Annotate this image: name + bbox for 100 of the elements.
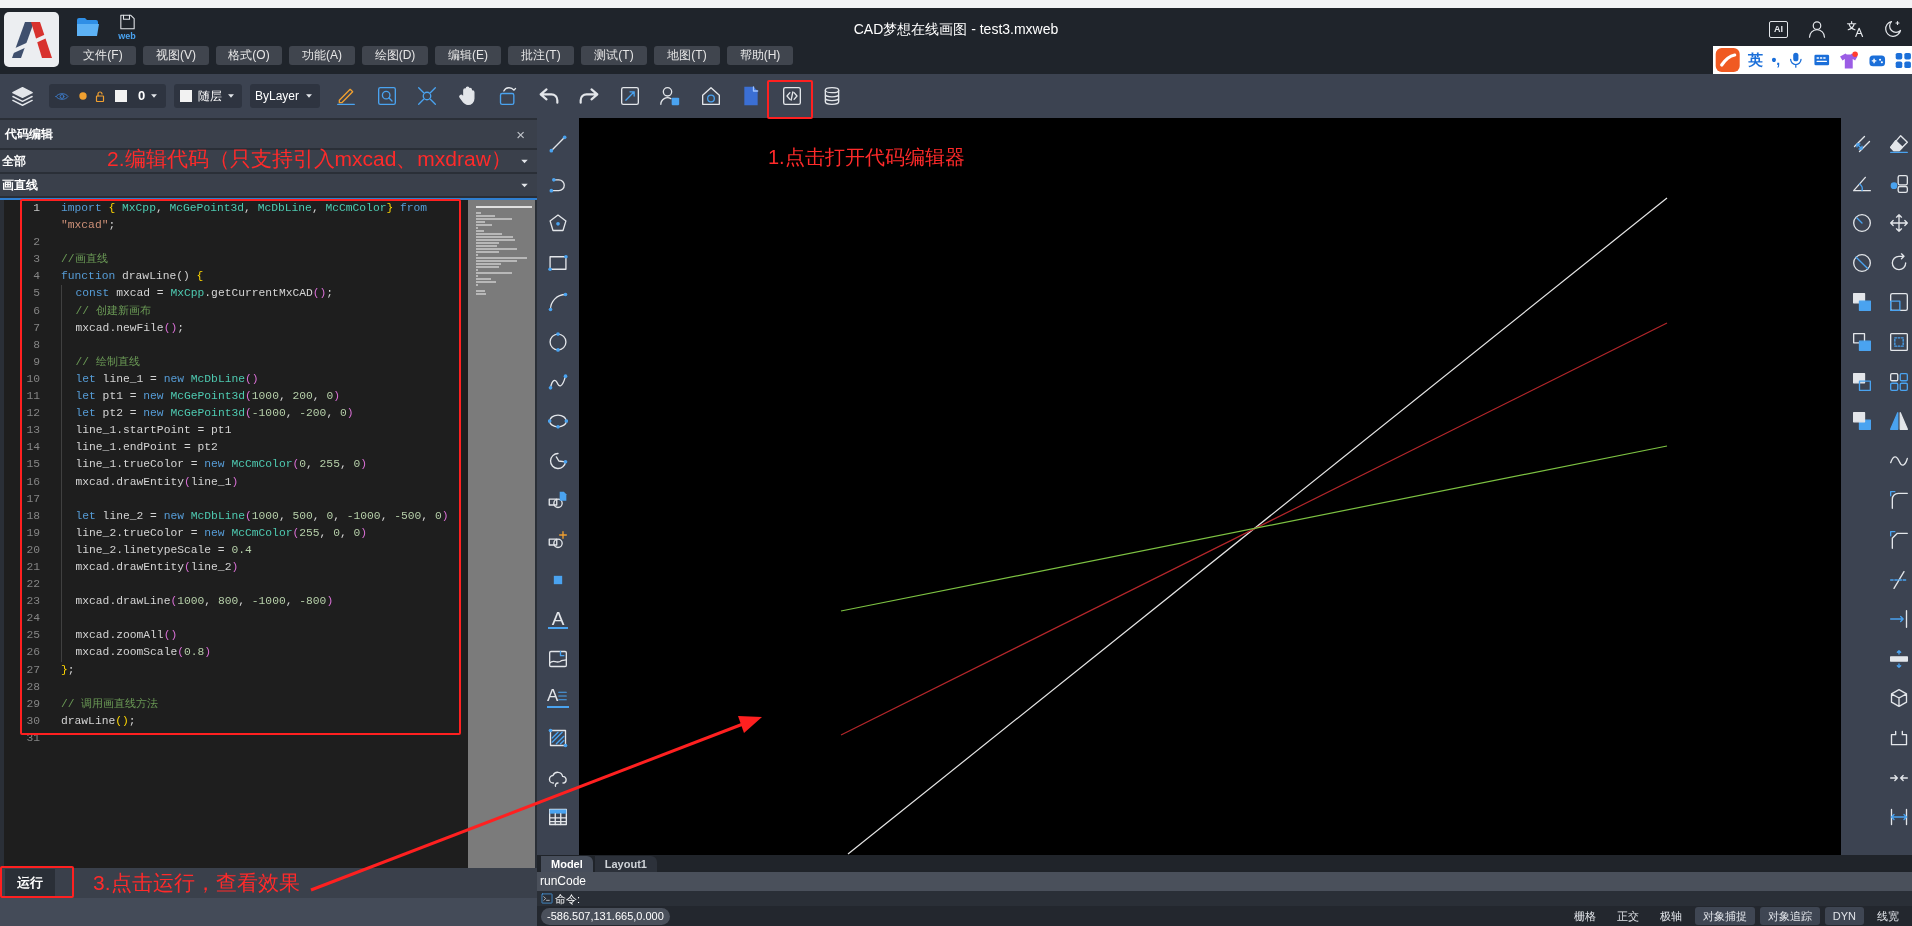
redo-icon[interactable] <box>579 86 599 106</box>
zoom-extents-icon[interactable] <box>417 86 437 106</box>
diameter-icon[interactable] <box>1852 252 1872 273</box>
hand-icon[interactable] <box>457 86 478 106</box>
menu-item[interactable]: 视图(V) <box>143 46 209 65</box>
overlap-squares-icon[interactable] <box>1852 331 1872 352</box>
database-icon[interactable] <box>822 86 842 106</box>
status-toggle[interactable]: 线宽 <box>1869 907 1907 925</box>
close-button[interactable]: × <box>516 126 525 142</box>
menu-item[interactable]: 帮助(H) <box>727 46 793 65</box>
radius-icon[interactable] <box>1852 213 1872 234</box>
circle-icon[interactable] <box>548 331 568 352</box>
hatch-icon[interactable] <box>548 727 568 748</box>
chamfer-icon[interactable] <box>1889 529 1909 550</box>
save-web-button[interactable]: web <box>115 13 139 41</box>
rotate-view-icon[interactable] <box>498 86 518 106</box>
line-number: 23 <box>25 594 40 610</box>
apps-grid-icon[interactable] <box>1895 51 1912 69</box>
line-number: 28 <box>25 679 40 695</box>
cad-file-icon[interactable] <box>741 86 761 106</box>
ime-punctuation[interactable]: •, <box>1771 49 1781 71</box>
arc-icon[interactable] <box>548 292 568 313</box>
example-dropdown[interactable]: 画直线 <box>0 174 537 196</box>
status-toggle[interactable]: DYN <box>1824 907 1864 925</box>
line-number: 3 <box>32 252 40 268</box>
pen-ruler-icon[interactable] <box>336 86 356 106</box>
stacked-squares-icon[interactable] <box>1852 371 1872 392</box>
color-dropdown[interactable]: 随层 <box>174 84 242 108</box>
status-toggle[interactable]: 栅格 <box>1565 907 1604 925</box>
resize-icon[interactable] <box>619 86 640 106</box>
layers-icon[interactable] <box>12 85 33 107</box>
folder-icon[interactable] <box>75 15 101 39</box>
lock-icon[interactable] <box>95 89 107 103</box>
layer-dropdown[interactable]: 0 <box>49 84 166 108</box>
menu-item[interactable]: 编辑(E) <box>435 46 501 65</box>
image-icon[interactable] <box>548 648 568 669</box>
move-icon[interactable] <box>1889 213 1909 234</box>
moon-icon[interactable] <box>1884 20 1902 38</box>
line-number: 20 <box>25 542 40 558</box>
microphone-icon[interactable] <box>1788 51 1804 69</box>
code-line: //画直线 <box>61 253 108 266</box>
ime-logo-icon[interactable] <box>1715 48 1741 72</box>
line-number: 24 <box>25 611 40 627</box>
app-logo <box>4 12 59 67</box>
zoom-window-icon[interactable] <box>376 86 397 106</box>
run-button[interactable]: 运行 <box>5 869 55 897</box>
eraser-icon[interactable] <box>1889 134 1909 154</box>
sun-icon[interactable] <box>79 92 87 100</box>
table-icon[interactable] <box>548 807 568 828</box>
line-number: 12 <box>25 406 40 422</box>
user-list-icon[interactable] <box>660 86 680 106</box>
stretch-icon[interactable] <box>1889 331 1909 352</box>
block-insert-icon[interactable] <box>548 490 568 511</box>
array-icon[interactable] <box>1889 371 1909 392</box>
aligned-dimension-icon[interactable] <box>1852 134 1872 154</box>
rectangle-icon[interactable] <box>548 252 568 273</box>
text-tool-button[interactable]: A <box>548 609 568 630</box>
trim-icon[interactable] <box>1889 569 1909 590</box>
menu-item[interactable]: 测试(T) <box>581 46 647 65</box>
menu-item[interactable]: 批注(T) <box>508 46 574 65</box>
category-dropdown[interactable]: 全部 <box>2 150 26 172</box>
linetype-dropdown[interactable]: ByLayer <box>250 84 320 108</box>
menu-item[interactable]: 文件(F) <box>70 46 136 65</box>
mirror-icon[interactable] <box>1889 411 1909 432</box>
translate-icon[interactable] <box>1846 20 1864 38</box>
extend-icon[interactable] <box>1889 609 1909 630</box>
cube-icon[interactable] <box>1889 688 1909 709</box>
menu-item[interactable]: 功能(A) <box>289 46 355 65</box>
break-icon[interactable] <box>1889 648 1909 669</box>
user-icon[interactable] <box>1808 20 1826 38</box>
pentagon-icon[interactable] <box>548 213 568 234</box>
line-icon[interactable] <box>548 134 568 154</box>
scale-icon[interactable] <box>1889 292 1909 313</box>
layout-tab[interactable]: Layout1 <box>594 856 657 872</box>
status-toggle[interactable]: 对象追踪 <box>1759 907 1820 925</box>
menu-item[interactable]: 格式(O) <box>216 46 282 65</box>
spline-icon[interactable] <box>548 371 568 392</box>
status-toggle[interactable]: 极轴 <box>1651 907 1690 925</box>
rotate-icon[interactable] <box>1889 252 1909 273</box>
code-editor-icon[interactable] <box>781 86 802 106</box>
front-square-icon[interactable] <box>1852 411 1872 432</box>
copy-squares-icon[interactable] <box>1852 292 1872 313</box>
ellipse-arc-icon[interactable] <box>548 450 568 471</box>
keyboard-icon[interactable] <box>1811 52 1832 68</box>
menu-item[interactable]: 绘图(D) <box>362 46 428 65</box>
fillet-icon[interactable] <box>1889 490 1909 511</box>
block-create-icon[interactable] <box>548 529 568 550</box>
dimension-icon[interactable] <box>1889 807 1909 828</box>
status-toggle[interactable]: 正交 <box>1608 907 1647 925</box>
ime-language[interactable]: 英 <box>1748 48 1764 72</box>
drawing-canvas[interactable]: 1.点击打开代码编辑器 <box>579 118 1841 855</box>
copy-icon[interactable] <box>1889 173 1909 194</box>
menu-item[interactable]: 地图(T) <box>654 46 720 65</box>
undo-icon[interactable] <box>538 86 559 106</box>
multiline-text-button[interactable]: A <box>547 688 569 709</box>
ai-button[interactable]: AI <box>1769 20 1788 38</box>
shirt-icon[interactable] <box>1839 50 1859 70</box>
status-toggle[interactable]: 对象捕捉 <box>1694 907 1755 925</box>
house-icon[interactable] <box>700 86 721 106</box>
layout-tab[interactable]: Model <box>541 856 593 872</box>
